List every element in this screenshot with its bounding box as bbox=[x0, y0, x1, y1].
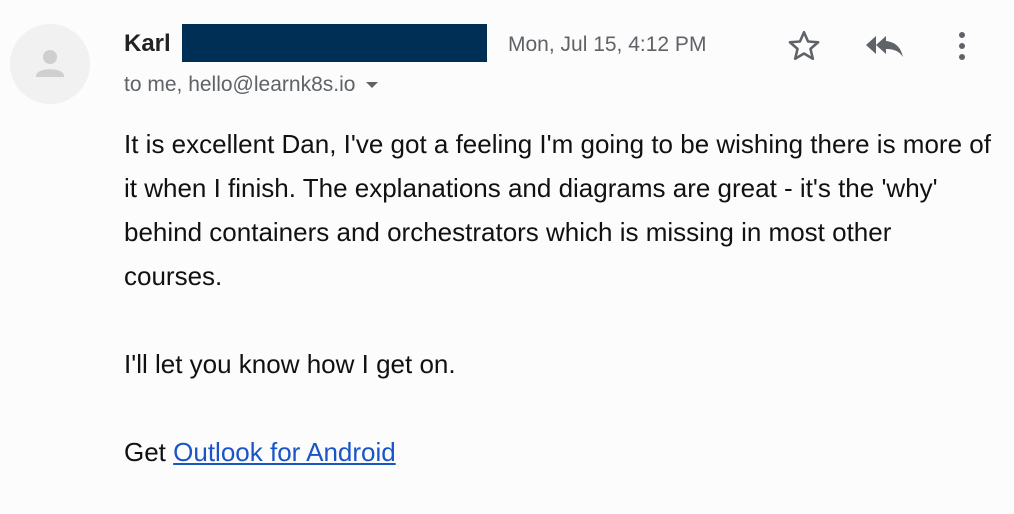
outlook-android-link[interactable]: Outlook for Android bbox=[173, 437, 396, 467]
more-vert-icon bbox=[959, 32, 965, 60]
more-options-button[interactable] bbox=[946, 24, 978, 68]
reply-all-icon bbox=[866, 36, 903, 57]
recipients-text: to me, hello@learnk8s.io bbox=[124, 73, 356, 96]
redacted-sender-email bbox=[182, 24, 487, 62]
star-button[interactable] bbox=[782, 24, 826, 68]
body-paragraph: It is excellent Dan, I've got a feeling … bbox=[124, 129, 991, 291]
caret-down-icon bbox=[365, 80, 379, 90]
body-paragraph: I'll let you know how I get on. bbox=[124, 349, 456, 379]
sender-avatar[interactable] bbox=[10, 24, 90, 104]
signature-prefix: Get bbox=[124, 437, 174, 467]
sender-name[interactable]: Karl bbox=[124, 28, 171, 60]
signature: Get Outlook for Android bbox=[124, 430, 994, 474]
reply-all-button[interactable] bbox=[860, 24, 908, 68]
email-message: Karl Mon, Jul 15, 4:12 PM to me, hello@l… bbox=[0, 0, 1014, 514]
recipients-toggle[interactable]: to me, hello@learnk8s.io bbox=[124, 70, 379, 100]
person-icon bbox=[36, 50, 64, 77]
message-date: Mon, Jul 15, 4:12 PM bbox=[508, 33, 707, 56]
star-icon bbox=[788, 30, 820, 61]
message-body: It is excellent Dan, I've got a feeling … bbox=[124, 122, 994, 474]
